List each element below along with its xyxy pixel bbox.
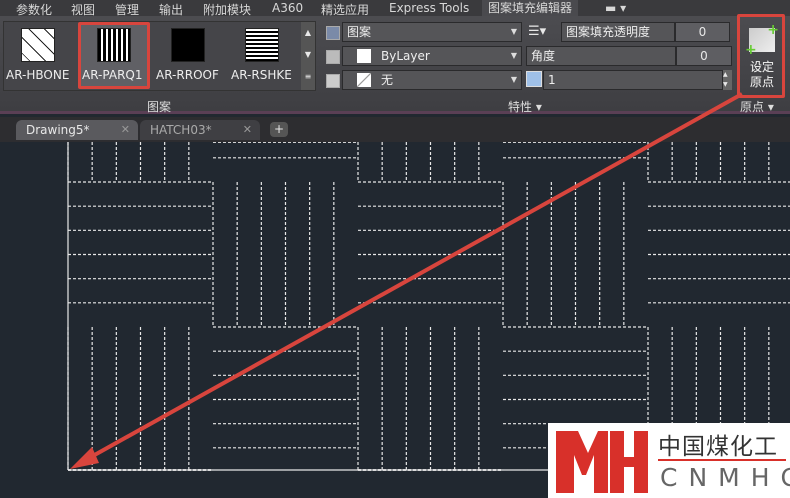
logo-mark xyxy=(556,431,648,493)
logo-divider xyxy=(658,459,786,461)
arrow-line xyxy=(81,92,743,464)
arrow-head xyxy=(70,447,99,469)
logo-text-en: CNMHG xyxy=(660,463,790,492)
watermark-logo: 中国煤化工 CNMHG xyxy=(548,423,790,498)
logo-text-cn: 中国煤化工 xyxy=(658,434,778,460)
